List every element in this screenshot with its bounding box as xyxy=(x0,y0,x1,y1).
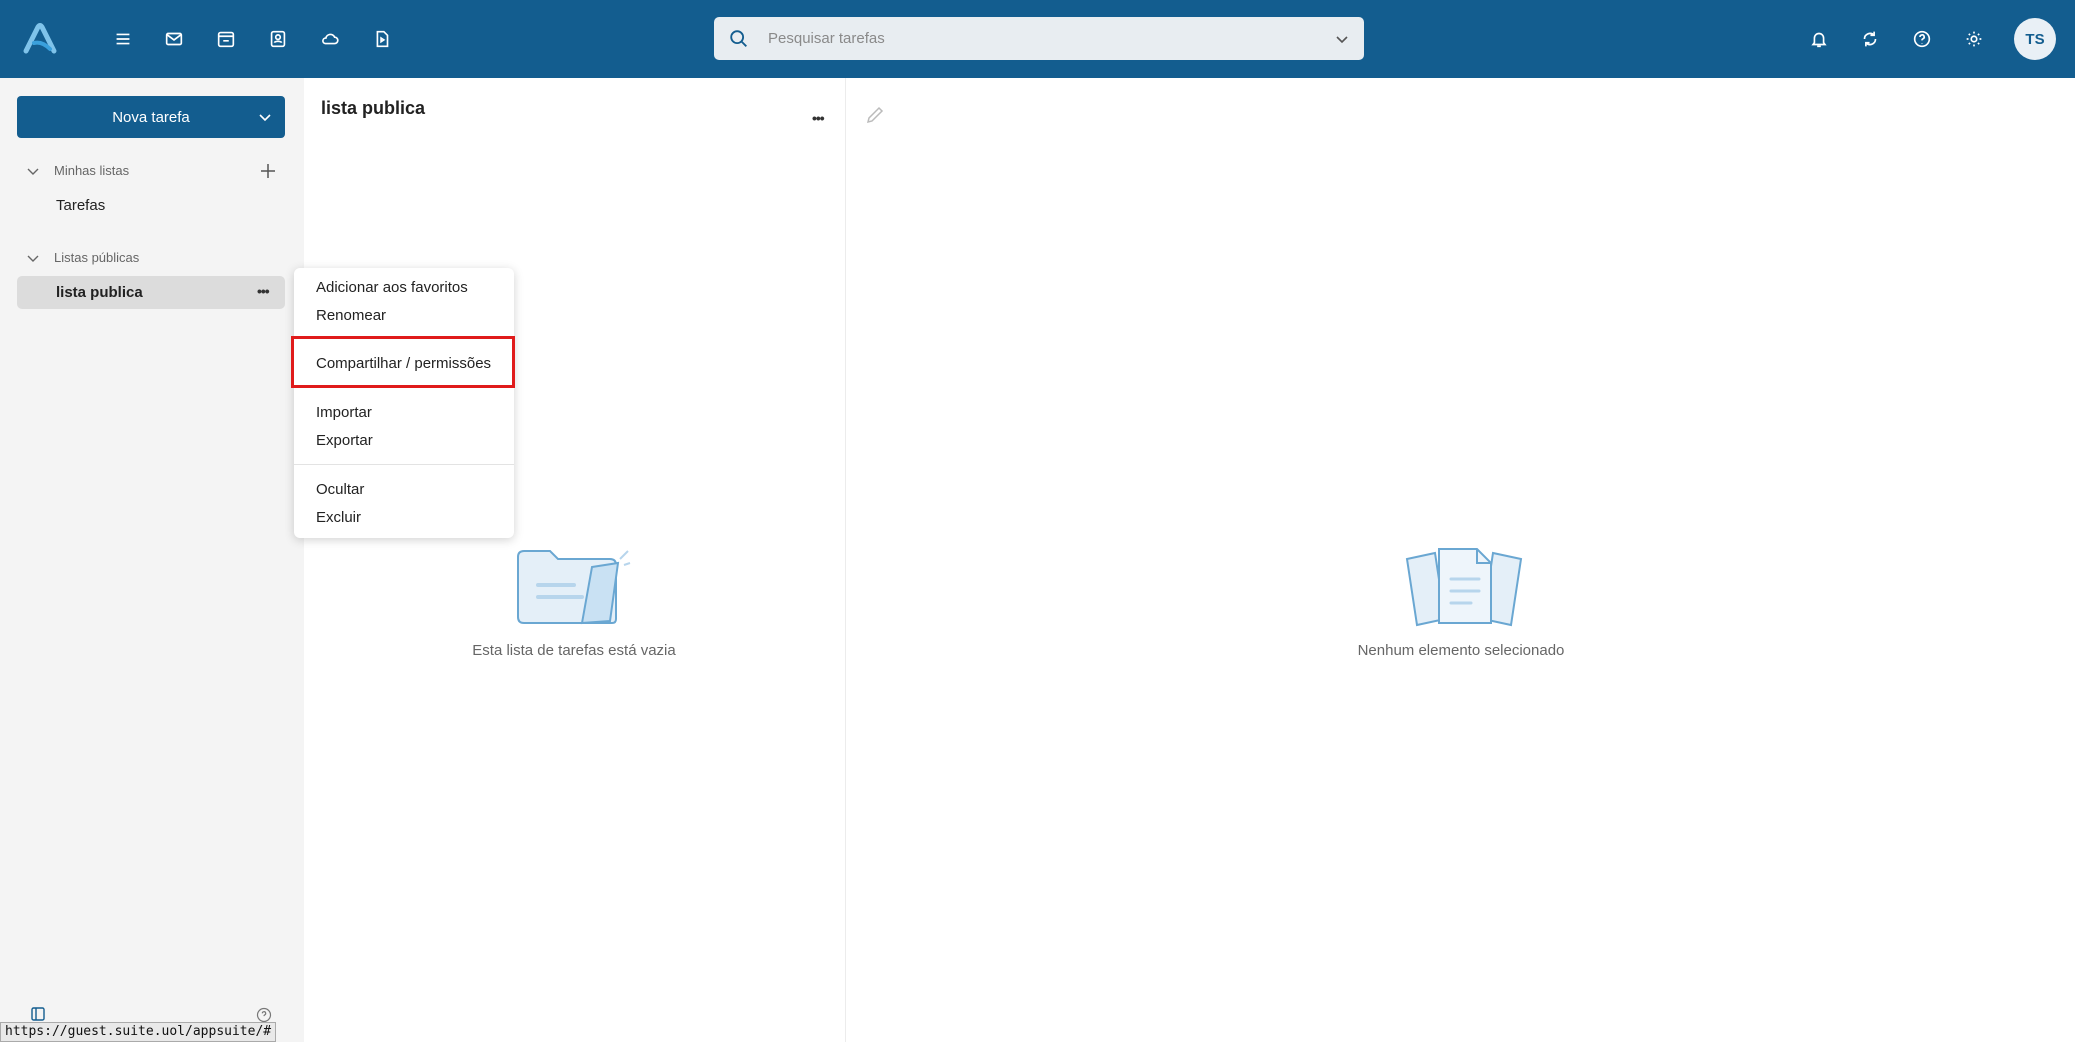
hamburger-menu-icon[interactable] xyxy=(111,27,135,51)
portal-icon[interactable] xyxy=(370,27,394,51)
section-public-lists-label: Listas públicas xyxy=(54,250,140,265)
app-logo-icon[interactable] xyxy=(20,19,60,59)
status-url: https://guest.suite.uol/appsuite/# xyxy=(0,1022,277,1042)
search-input[interactable] xyxy=(768,17,1308,60)
cloud-drive-icon[interactable] xyxy=(318,27,342,51)
empty-folder-illustration-icon xyxy=(517,550,631,625)
sidebar-item-label: lista publica xyxy=(56,284,143,301)
new-task-label: Nova tarefa xyxy=(112,108,190,126)
task-list-pane: lista publica ••• Esta lista de tarefas … xyxy=(304,78,846,1042)
empty-documents-illustration-icon xyxy=(1405,548,1523,627)
menu-item-hide[interactable]: Ocultar xyxy=(316,481,364,498)
chevron-down-icon[interactable] xyxy=(26,164,40,178)
highlight-box xyxy=(291,336,515,388)
section-public-lists[interactable]: Listas públicas xyxy=(26,250,139,265)
detail-pane: Nenhum elemento selecionado xyxy=(846,78,2075,1042)
menu-item-add-favorites[interactable]: Adicionar aos favoritos xyxy=(316,279,468,296)
bell-icon[interactable] xyxy=(1807,27,1831,51)
contacts-icon[interactable] xyxy=(266,27,290,51)
mail-icon[interactable] xyxy=(162,27,186,51)
section-my-lists[interactable]: Minhas listas xyxy=(26,163,129,178)
list-options-icon[interactable]: ••• xyxy=(812,110,825,126)
no-selection-text: Nenhum elemento selecionado xyxy=(1357,642,1565,659)
empty-list-text: Esta lista de tarefas está vazia xyxy=(472,642,676,659)
chevron-down-icon[interactable] xyxy=(26,251,40,265)
sidebar-item-lista-publica[interactable]: lista publica ••• xyxy=(17,276,285,309)
menu-divider xyxy=(294,464,514,465)
search-bar xyxy=(714,17,1364,60)
page-title: lista publica xyxy=(321,98,426,118)
help-icon[interactable] xyxy=(256,1007,272,1023)
avatar[interactable]: TS xyxy=(2014,18,2056,60)
sidebar-item-tarefas[interactable]: Tarefas xyxy=(56,197,105,214)
chevron-down-icon[interactable] xyxy=(1334,31,1350,47)
gear-icon[interactable] xyxy=(1962,27,1986,51)
section-my-lists-label: Minhas listas xyxy=(54,163,130,178)
refresh-icon[interactable] xyxy=(1858,27,1882,51)
menu-item-delete[interactable]: Excluir xyxy=(316,509,361,526)
menu-item-export[interactable]: Exportar xyxy=(316,432,373,449)
more-options-icon[interactable]: ••• xyxy=(257,283,270,299)
sidebar: Nova tarefa Minhas listas Tarefas Listas… xyxy=(0,78,304,1042)
context-menu: Adicionar aos favoritos Renomear Compart… xyxy=(294,268,514,538)
sidebar-toggle-icon[interactable] xyxy=(30,1006,46,1022)
calendar-icon[interactable] xyxy=(214,27,238,51)
menu-item-import[interactable]: Importar xyxy=(316,404,372,421)
search-icon[interactable] xyxy=(728,28,750,50)
help-icon[interactable] xyxy=(1910,27,1934,51)
new-task-button[interactable]: Nova tarefa xyxy=(17,96,285,138)
add-list-icon[interactable] xyxy=(259,162,277,180)
pencil-icon[interactable] xyxy=(864,104,886,126)
menu-item-rename[interactable]: Renomear xyxy=(316,307,386,324)
chevron-down-icon[interactable] xyxy=(257,109,273,125)
top-bar: TS xyxy=(0,0,2075,78)
